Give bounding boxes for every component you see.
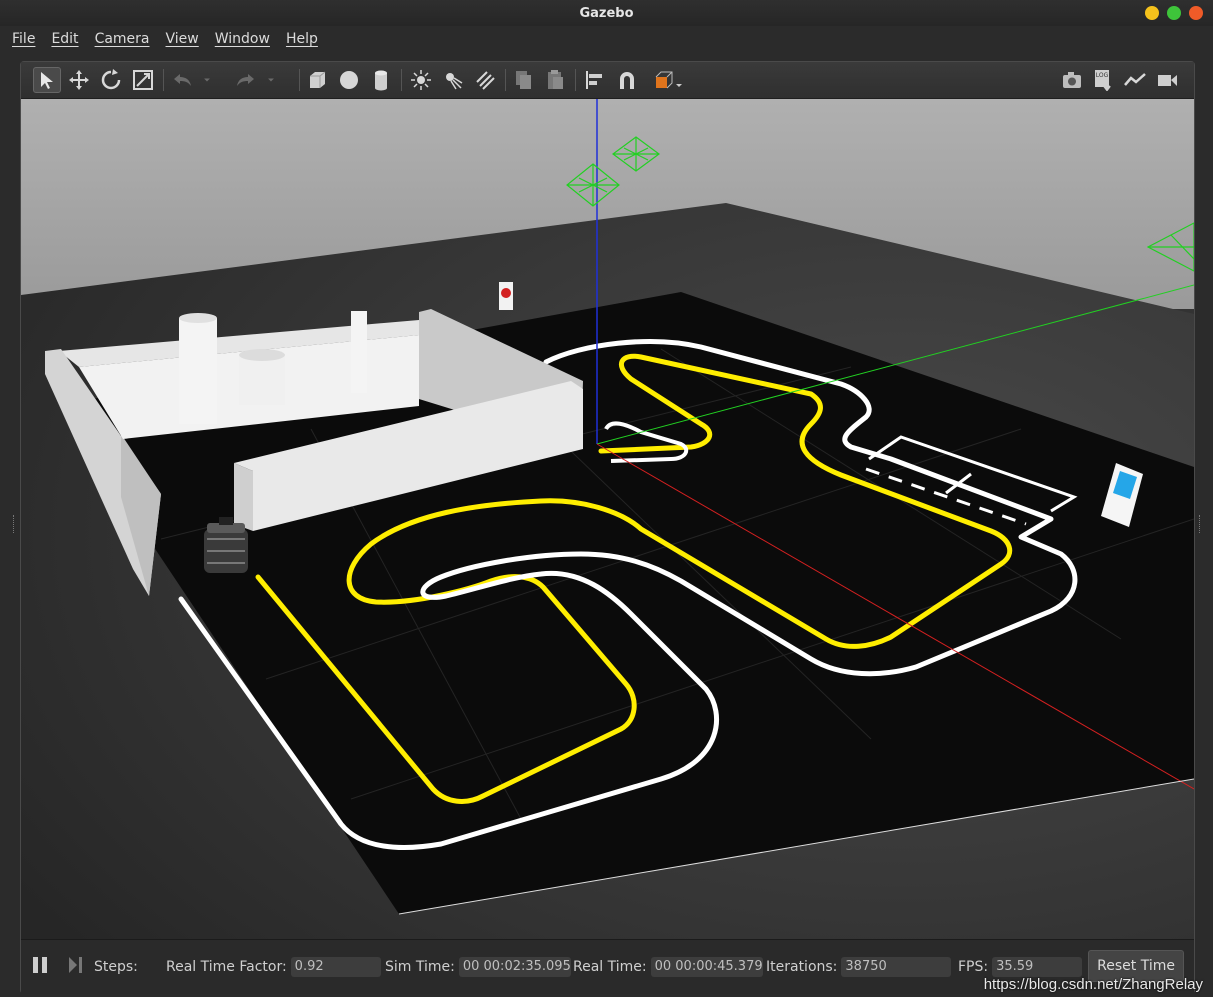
undo-icon[interactable] bbox=[169, 67, 197, 93]
window-title: Gazebo bbox=[579, 5, 634, 21]
wall-front-edge bbox=[234, 463, 253, 531]
real-time-factor-group: Real Time Factor: 0.92 bbox=[166, 954, 381, 980]
window-controls bbox=[1145, 6, 1203, 20]
menu-edit[interactable]: Edit bbox=[43, 31, 86, 47]
pillar-top bbox=[179, 313, 217, 323]
iterations-group: Iterations: 38750 bbox=[766, 954, 952, 980]
fps-value: 35.59 bbox=[992, 957, 1083, 977]
snap-icon[interactable] bbox=[613, 67, 641, 93]
undo-dropdown-icon[interactable] bbox=[199, 67, 215, 93]
pillar bbox=[351, 311, 367, 393]
screenshot-icon[interactable] bbox=[1058, 67, 1086, 93]
sim-time-group: Sim Time: 00 00:02:35.095 bbox=[385, 954, 571, 980]
scale-icon[interactable] bbox=[129, 67, 157, 93]
log-icon[interactable]: LOG bbox=[1089, 67, 1117, 93]
box-icon[interactable] bbox=[303, 67, 331, 93]
scene-viewport[interactable] bbox=[21, 99, 1194, 939]
minimize-button[interactable] bbox=[1145, 6, 1159, 20]
close-button[interactable] bbox=[1189, 6, 1203, 20]
cylinder-icon[interactable] bbox=[367, 67, 395, 93]
toolbar-separator bbox=[575, 69, 576, 91]
redo-dropdown-icon[interactable] bbox=[263, 67, 279, 93]
select-icon[interactable] bbox=[33, 67, 61, 93]
plot-icon[interactable] bbox=[1121, 67, 1149, 93]
stop-sign-symbol bbox=[501, 288, 511, 298]
turtlebot-robot[interactable] bbox=[204, 517, 248, 573]
align-icon[interactable] bbox=[581, 67, 609, 93]
point-light-icon[interactable] bbox=[407, 67, 435, 93]
log-icon-text: LOG bbox=[1096, 72, 1109, 79]
left-splitter-handle[interactable] bbox=[13, 515, 17, 533]
menu-bar: File Edit Camera View Window Help bbox=[0, 26, 1213, 52]
real-time-group: Real Time: 00 00:00:45.379 bbox=[573, 954, 763, 980]
real-time-label: Real Time: bbox=[573, 959, 647, 975]
real-time-factor-value: 0.92 bbox=[290, 957, 381, 977]
iterations-label: Iterations: bbox=[766, 959, 838, 975]
sim-time-label: Sim Time: bbox=[385, 959, 455, 975]
toolbar-separator bbox=[505, 69, 506, 91]
toolbar-separator bbox=[299, 69, 300, 91]
rotate-icon[interactable] bbox=[97, 67, 125, 93]
pillar bbox=[239, 355, 285, 405]
record-video-icon[interactable] bbox=[1153, 67, 1181, 93]
real-time-factor-label: Real Time Factor: bbox=[166, 959, 287, 975]
redo-icon[interactable] bbox=[231, 67, 259, 93]
view-angle-icon[interactable] bbox=[651, 67, 687, 93]
right-splitter-handle[interactable] bbox=[1199, 515, 1203, 533]
iterations-value: 38750 bbox=[841, 957, 952, 977]
maximize-button[interactable] bbox=[1167, 6, 1181, 20]
toolbar: LOG bbox=[21, 62, 1194, 99]
scene-canvas[interactable] bbox=[21, 99, 1194, 939]
copy-icon[interactable] bbox=[509, 67, 537, 93]
pillar-top bbox=[239, 349, 285, 361]
menu-file[interactable]: File bbox=[4, 31, 43, 47]
real-time-value: 00 00:00:45.379 bbox=[650, 957, 763, 977]
title-bar: Gazebo bbox=[0, 0, 1213, 26]
sphere-icon[interactable] bbox=[335, 67, 363, 93]
paste-icon[interactable] bbox=[541, 67, 569, 93]
steps-input[interactable] bbox=[142, 957, 156, 977]
menu-view[interactable]: View bbox=[158, 31, 207, 47]
steps-label: Steps: bbox=[94, 959, 138, 975]
toolbar-separator bbox=[163, 69, 164, 91]
steps-group: Steps: bbox=[94, 954, 156, 980]
pillar bbox=[179, 318, 217, 424]
menu-help[interactable]: Help bbox=[278, 31, 326, 47]
menu-camera[interactable]: Camera bbox=[87, 31, 158, 47]
sim-time-value: 00 00:02:35.095 bbox=[458, 957, 571, 977]
menu-window[interactable]: Window bbox=[207, 31, 278, 47]
step-icon[interactable] bbox=[67, 955, 85, 975]
spot-light-icon[interactable] bbox=[439, 67, 467, 93]
pause-icon[interactable] bbox=[31, 955, 49, 975]
translate-icon[interactable] bbox=[65, 67, 93, 93]
fps-label: FPS: bbox=[958, 959, 989, 975]
watermark: https://blog.csdn.net/ZhangRelay bbox=[983, 976, 1203, 993]
directional-light-icon[interactable] bbox=[471, 67, 499, 93]
toolbar-separator bbox=[401, 69, 402, 91]
render-panel: LOG Steps: Real Time Factor: 0.92 Sim Ti… bbox=[20, 61, 1195, 994]
